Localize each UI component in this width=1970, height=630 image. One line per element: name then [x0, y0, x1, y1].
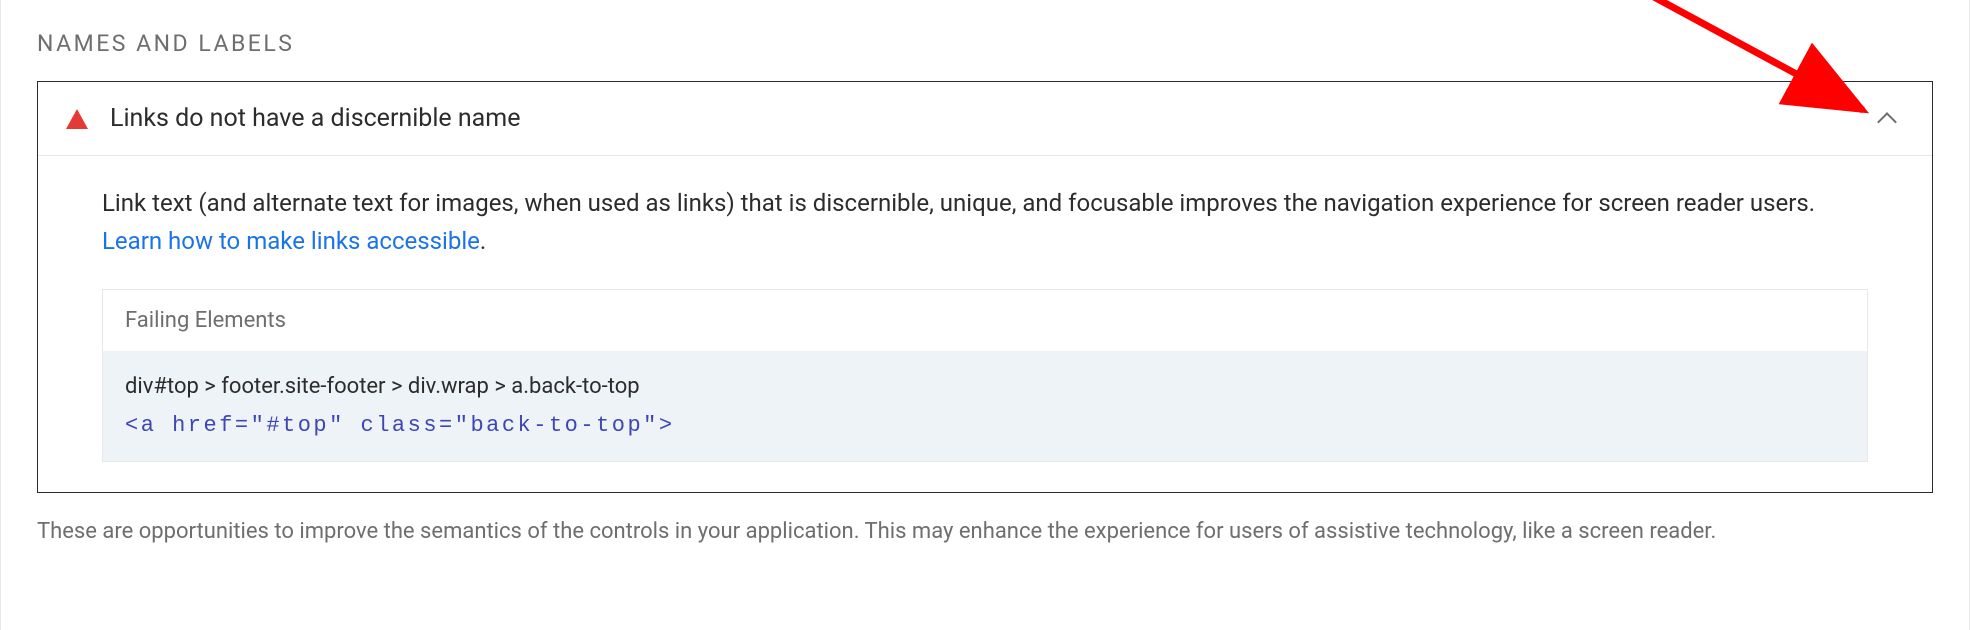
failing-selector: div#top > footer.site-footer > div.wrap … — [125, 374, 640, 399]
audit-description-period: . — [480, 227, 486, 255]
section-footer-note: These are opportunities to improve the s… — [37, 515, 1933, 548]
audit-title: Links do not have a discernible name — [110, 104, 1876, 133]
audit-card: Links do not have a discernible name Lin… — [37, 81, 1933, 493]
section-title: NAMES AND LABELS — [37, 30, 1933, 57]
failing-element-row: div#top > footer.site-footer > div.wrap … — [103, 351, 1867, 461]
failing-code-snippet: <a href="#top" class="back-to-top"> — [125, 408, 1845, 443]
audit-body: Link text (and alternate text for images… — [38, 156, 1932, 492]
failing-elements-block: Failing Elements div#top > footer.site-f… — [102, 289, 1868, 462]
warning-triangle-icon — [66, 109, 88, 129]
chevron-up-icon[interactable] — [1876, 108, 1898, 130]
learn-more-link[interactable]: Learn how to make links accessible — [102, 227, 480, 255]
audit-description-text: Link text (and alternate text for images… — [102, 189, 1815, 217]
audit-header[interactable]: Links do not have a discernible name — [38, 82, 1932, 156]
failing-elements-header: Failing Elements — [103, 290, 1867, 351]
audit-description: Link text (and alternate text for images… — [102, 184, 1868, 261]
